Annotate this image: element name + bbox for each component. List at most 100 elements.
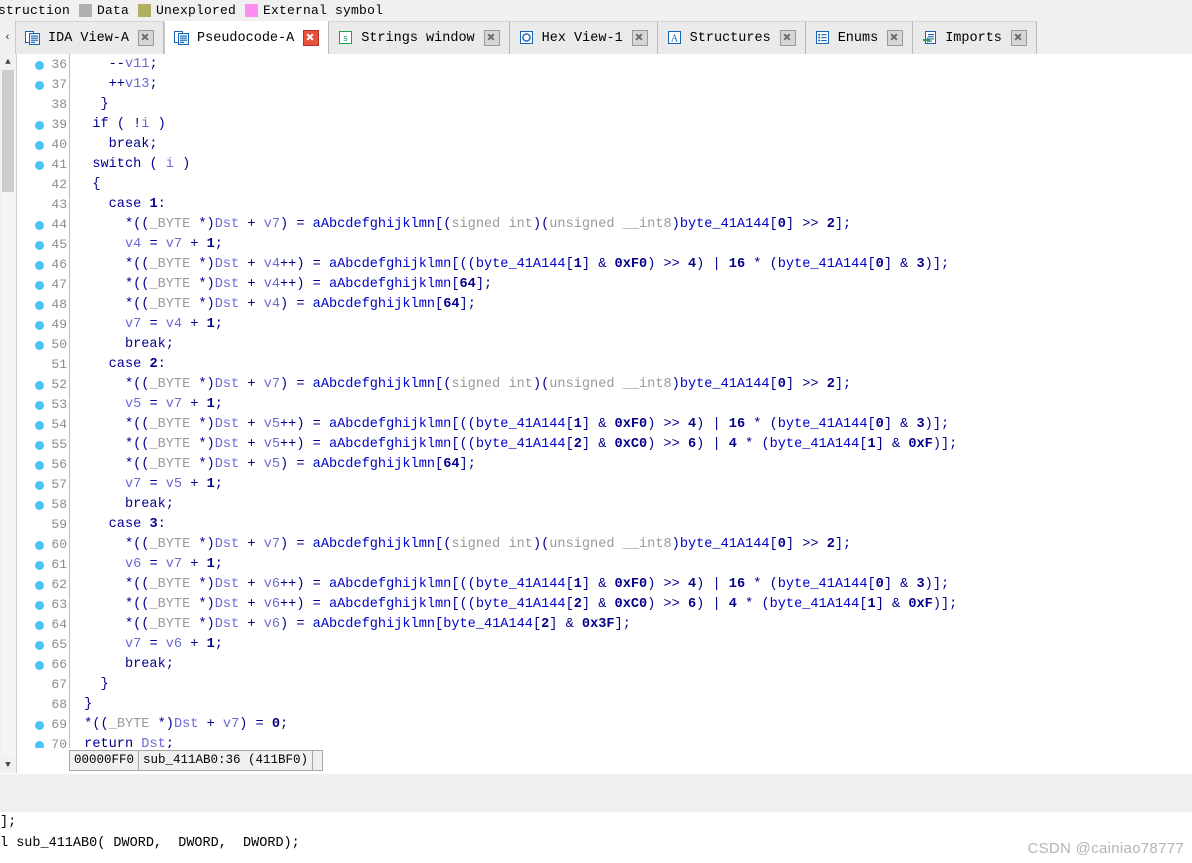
breakpoint-dot-icon[interactable]: [35, 580, 45, 590]
breakpoint-dot-icon[interactable]: [35, 280, 45, 290]
code-line[interactable]: *((_BYTE *)Dst + v4++) = aAbcdefghijklmn…: [76, 255, 1192, 275]
scroll-down-arrow-icon[interactable]: ▼: [0, 757, 16, 773]
code-line[interactable]: }: [76, 695, 1192, 715]
breakpoint-dot-icon[interactable]: [35, 600, 45, 610]
gutter-row[interactable]: 43: [17, 195, 69, 215]
gutter-row[interactable]: 44: [17, 215, 69, 235]
gutter-row[interactable]: 47: [17, 275, 69, 295]
breakpoint-dot-icon[interactable]: [35, 740, 45, 748]
code-line[interactable]: case 1:: [76, 195, 1192, 215]
code-line[interactable]: case 3:: [76, 515, 1192, 535]
gutter-row[interactable]: 38: [17, 95, 69, 115]
breakpoint-dot-icon[interactable]: [35, 660, 45, 670]
code-line[interactable]: v7 = v6 + 1;: [76, 635, 1192, 655]
navigator-scroll-thumb[interactable]: [1, 70, 14, 192]
breakpoint-dot-icon[interactable]: [35, 480, 45, 490]
breakpoint-dot-icon[interactable]: [35, 300, 45, 310]
gutter-row[interactable]: 64: [17, 615, 69, 635]
breakpoint-dot-icon[interactable]: [35, 560, 45, 570]
breakpoint-dot-icon[interactable]: [35, 160, 45, 170]
tab-hex-view-1[interactable]: Hex View-1: [509, 21, 658, 54]
gutter-row[interactable]: 60: [17, 535, 69, 555]
code-line[interactable]: break;: [76, 495, 1192, 515]
gutter-row[interactable]: 52: [17, 375, 69, 395]
code-line[interactable]: *((_BYTE *)Dst + v6++) = aAbcdefghijklmn…: [76, 595, 1192, 615]
breakpoint-dot-icon[interactable]: [35, 640, 45, 650]
tab-close-icon[interactable]: [483, 30, 500, 46]
gutter-row[interactable]: 59: [17, 515, 69, 535]
gutter-row[interactable]: 45: [17, 235, 69, 255]
breakpoint-dot-icon[interactable]: [35, 320, 45, 330]
tab-close-icon[interactable]: [887, 30, 904, 46]
code-line[interactable]: if ( !i ): [76, 115, 1192, 135]
code-line[interactable]: *((_BYTE *)Dst + v4++) = aAbcdefghijklmn…: [76, 275, 1192, 295]
code-line[interactable]: }: [76, 675, 1192, 695]
breakpoint-dot-icon[interactable]: [35, 120, 45, 130]
code-line[interactable]: *((_BYTE *)Dst + v4) = aAbcdefghijklmn[6…: [76, 295, 1192, 315]
breakpoint-dot-icon[interactable]: [35, 540, 45, 550]
navigator-scrollbar[interactable]: ▲ ▼: [0, 54, 17, 773]
tab-pseudocode-a[interactable]: Pseudocode-A: [164, 21, 330, 54]
code-line[interactable]: *((_BYTE *)Dst + v5++) = aAbcdefghijklmn…: [76, 435, 1192, 455]
gutter-row[interactable]: 62: [17, 575, 69, 595]
tab-imports[interactable]: Imports: [913, 21, 1037, 54]
tab-close-icon[interactable]: [631, 30, 648, 46]
gutter-row[interactable]: 68: [17, 695, 69, 715]
breakpoint-dot-icon[interactable]: [35, 440, 45, 450]
tab-close-icon[interactable]: [303, 30, 320, 46]
breakpoint-dot-icon[interactable]: [35, 220, 45, 230]
code-line[interactable]: *((_BYTE *)Dst + v7) = aAbcdefghijklmn[(…: [76, 215, 1192, 235]
breakpoint-dot-icon[interactable]: [35, 420, 45, 430]
line-number-gutter[interactable]: 36 37 38 39 40 41 42 43 44 45 46 47 48 49 50 51 52 53 54 55…: [17, 54, 70, 748]
code-line[interactable]: v7 = v5 + 1;: [76, 475, 1192, 495]
code-line[interactable]: switch ( i ): [76, 155, 1192, 175]
tab-enums[interactable]: Enums: [805, 21, 914, 54]
gutter-row[interactable]: 50: [17, 335, 69, 355]
output-window[interactable]: ]; l sub_411AB0( DWORD, DWORD, DWORD);: [0, 812, 1192, 863]
code-line[interactable]: v5 = v7 + 1;: [76, 395, 1192, 415]
gutter-row[interactable]: 51: [17, 355, 69, 375]
tab-scroll-left-button[interactable]: ‹: [0, 21, 16, 54]
breakpoint-dot-icon[interactable]: [35, 260, 45, 270]
code-line[interactable]: {: [76, 175, 1192, 195]
gutter-row[interactable]: 63: [17, 595, 69, 615]
tab-close-icon[interactable]: [779, 30, 796, 46]
code-line[interactable]: return Dst;: [76, 735, 1192, 748]
gutter-row[interactable]: 46: [17, 255, 69, 275]
gutter-row[interactable]: 55: [17, 435, 69, 455]
tab-strings-window[interactable]: s Strings window: [329, 21, 510, 54]
code-line[interactable]: break;: [76, 335, 1192, 355]
code-line[interactable]: *((_BYTE *)Dst + v7) = aAbcdefghijklmn[(…: [76, 535, 1192, 555]
code-line[interactable]: *((_BYTE *)Dst + v6) = aAbcdefghijklmn[b…: [76, 615, 1192, 635]
code-line[interactable]: *((_BYTE *)Dst + v7) = aAbcdefghijklmn[(…: [76, 375, 1192, 395]
gutter-row[interactable]: 37: [17, 75, 69, 95]
gutter-row[interactable]: 41: [17, 155, 69, 175]
breakpoint-dot-icon[interactable]: [35, 380, 45, 390]
gutter-row[interactable]: 69: [17, 715, 69, 735]
tab-close-icon[interactable]: [1010, 30, 1027, 46]
tab-ida-view-a[interactable]: IDA View-A: [16, 21, 165, 54]
gutter-row[interactable]: 39: [17, 115, 69, 135]
breakpoint-dot-icon[interactable]: [35, 460, 45, 470]
code-line[interactable]: v4 = v7 + 1;: [76, 235, 1192, 255]
gutter-row[interactable]: 53: [17, 395, 69, 415]
code-line[interactable]: case 2:: [76, 355, 1192, 375]
breakpoint-dot-icon[interactable]: [35, 500, 45, 510]
breakpoint-dot-icon[interactable]: [35, 80, 45, 90]
breakpoint-dot-icon[interactable]: [35, 60, 45, 70]
tab-structures[interactable]: A Structures: [657, 21, 806, 54]
code-line[interactable]: v7 = v4 + 1;: [76, 315, 1192, 335]
gutter-row[interactable]: 70: [17, 735, 69, 748]
code-line[interactable]: *((_BYTE *)Dst + v7) = 0;: [76, 715, 1192, 735]
breakpoint-dot-icon[interactable]: [35, 720, 45, 730]
pseudocode-text[interactable]: --v11; ++v13; } if ( !i ) break; switch …: [70, 54, 1192, 748]
code-line[interactable]: v6 = v7 + 1;: [76, 555, 1192, 575]
gutter-row[interactable]: 58: [17, 495, 69, 515]
breakpoint-dot-icon[interactable]: [35, 240, 45, 250]
gutter-row[interactable]: 48: [17, 295, 69, 315]
gutter-row[interactable]: 65: [17, 635, 69, 655]
gutter-row[interactable]: 57: [17, 475, 69, 495]
code-line[interactable]: *((_BYTE *)Dst + v5++) = aAbcdefghijklmn…: [76, 415, 1192, 435]
gutter-row[interactable]: 40: [17, 135, 69, 155]
gutter-row[interactable]: 67: [17, 675, 69, 695]
